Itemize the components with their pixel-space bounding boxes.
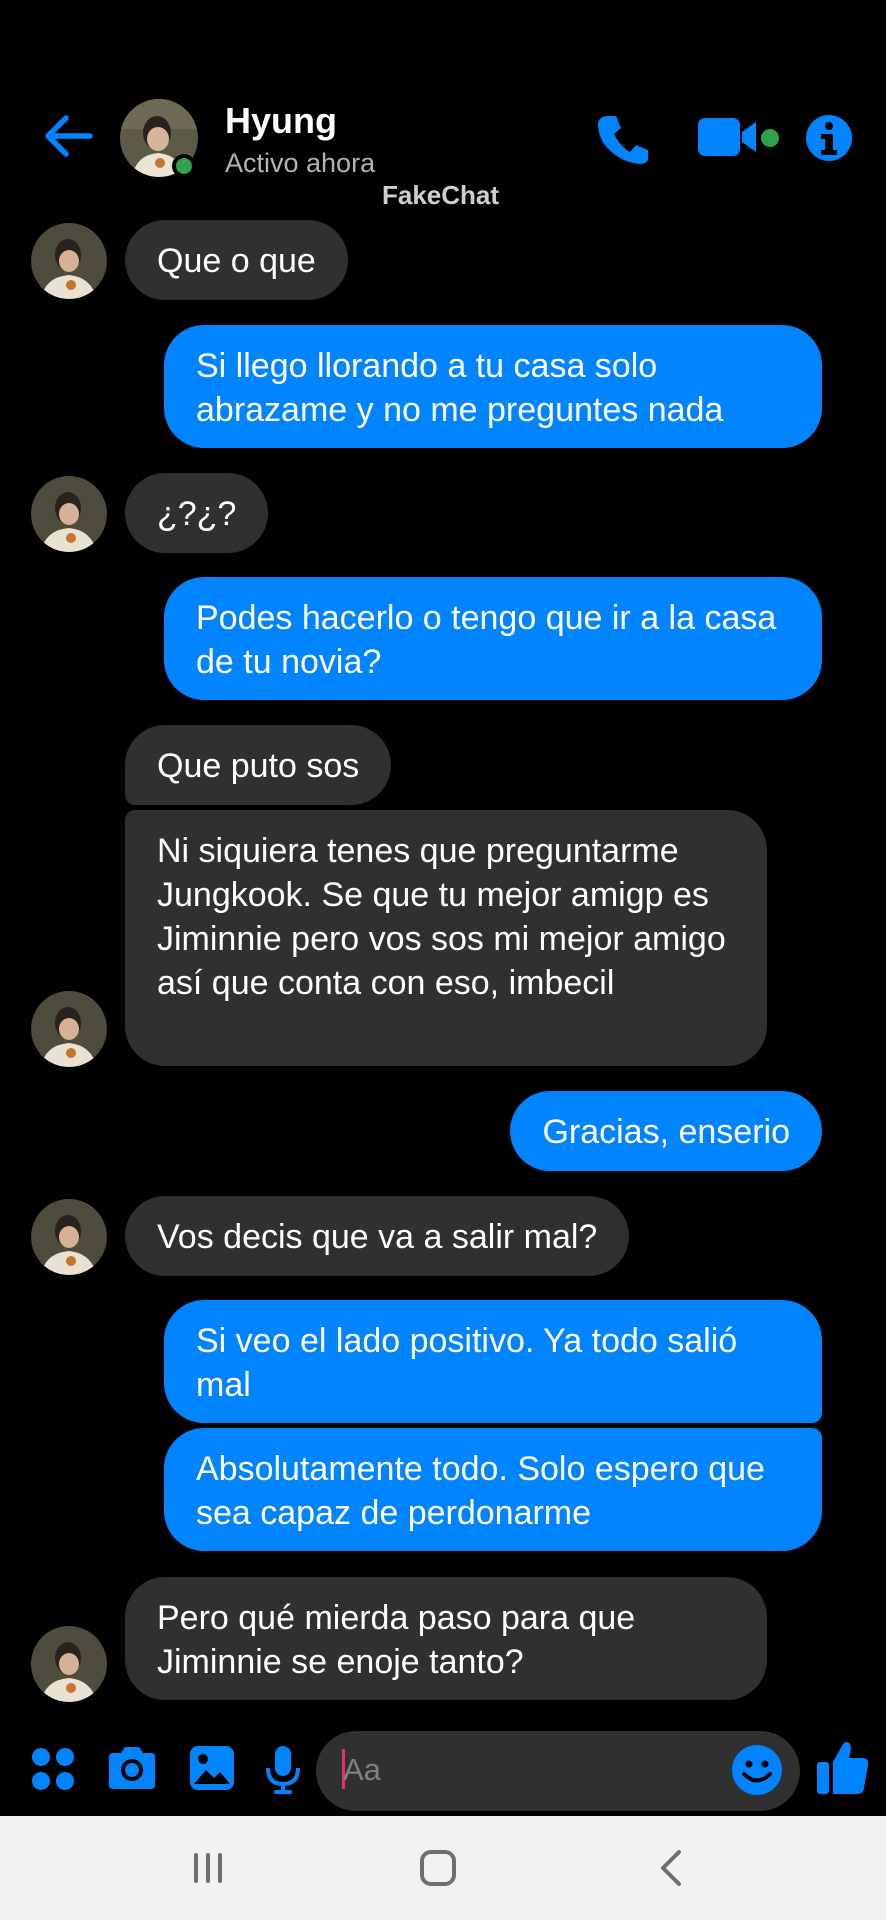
arrow-left-icon[interactable]: [40, 108, 96, 164]
message-outgoing[interactable]: Podes hacerlo o tengo que ir a la casa d…: [164, 577, 822, 700]
contact-avatar-small[interactable]: [31, 991, 107, 1067]
contact-avatar-small[interactable]: [31, 223, 107, 299]
message-outgoing[interactable]: Si llego llorando a tu casa solo abrazam…: [164, 325, 822, 448]
contact-status: Activo ahora: [225, 148, 376, 178]
message-incoming[interactable]: Ni siquiera tenes que preguntarme Jungko…: [125, 810, 767, 1066]
info-icon[interactable]: [804, 110, 854, 166]
recent-apps-icon[interactable]: [188, 1850, 228, 1886]
online-indicator: [172, 154, 196, 178]
message-outgoing[interactable]: Gracias, enserio: [510, 1091, 822, 1171]
contact-name[interactable]: Hyung: [225, 100, 337, 142]
message-incoming[interactable]: Que o que: [125, 220, 348, 300]
apps-icon[interactable]: [30, 1746, 76, 1792]
video-camera-icon[interactable]: [696, 110, 786, 166]
thumbs-up-icon[interactable]: [815, 1738, 871, 1796]
message-incoming[interactable]: Vos decis que va a salir mal?: [125, 1196, 630, 1276]
camera-icon[interactable]: [105, 1743, 159, 1793]
message-outgoing[interactable]: Si veo el lado positivo. Ya todo salió m…: [164, 1300, 822, 1423]
contact-avatar-small[interactable]: [31, 1626, 107, 1702]
gallery-icon[interactable]: [188, 1744, 236, 1792]
contact-avatar-small[interactable]: [31, 1199, 107, 1275]
phone-icon[interactable]: [594, 110, 652, 166]
message-input-placeholder: Aa: [343, 1752, 381, 1787]
message-incoming[interactable]: Pero qué mierda paso para que Jiminnie s…: [125, 1577, 767, 1700]
back-nav-icon[interactable]: [653, 1848, 689, 1888]
microphone-icon[interactable]: [264, 1744, 302, 1796]
contact-avatar-small[interactable]: [31, 476, 107, 552]
watermark: FakeChat: [382, 180, 500, 210]
message-incoming[interactable]: Que puto sos: [125, 725, 392, 805]
emoji-icon[interactable]: [730, 1743, 784, 1797]
home-icon[interactable]: [418, 1848, 458, 1888]
message-input[interactable]: [316, 1731, 800, 1811]
message-incoming[interactable]: ¿?¿?: [125, 473, 269, 553]
message-outgoing[interactable]: Absolutamente todo. Solo espero que sea …: [164, 1428, 822, 1551]
